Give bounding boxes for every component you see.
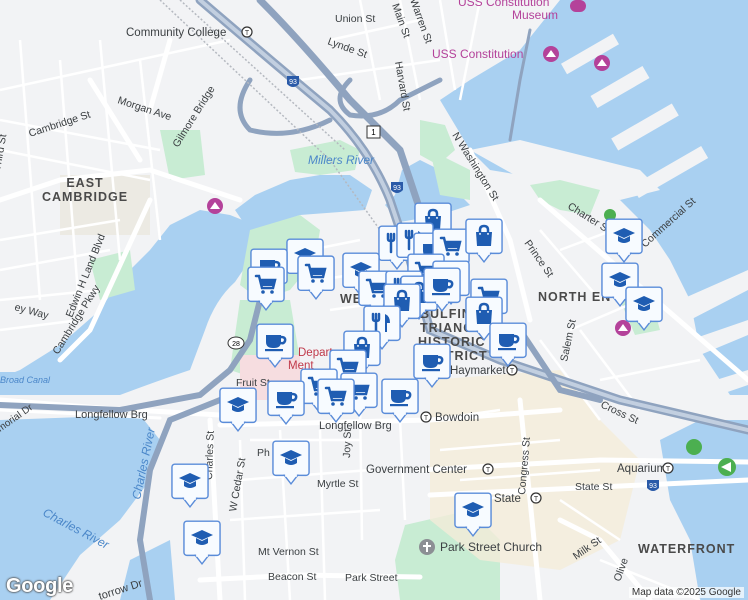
neighborhood-east-cambridge-line2: CAMBRIDGE (42, 190, 128, 204)
svg-text:93: 93 (289, 79, 297, 86)
water-label-millers: Millers River (308, 153, 375, 167)
station-aquarium: Aquarium T (617, 462, 674, 475)
map-attribution[interactable]: Map data ©2025 Google (628, 587, 744, 598)
station-state: State T (494, 492, 542, 505)
svg-text:93: 93 (393, 185, 401, 192)
museum-icon-east (594, 55, 610, 71)
svg-text:93: 93 (649, 483, 657, 490)
neighborhood-east-cambridge-line1: EAST (66, 176, 103, 190)
svg-text:Longfellow Brg: Longfellow Brg (75, 409, 148, 421)
highway-shield-93-mid: 93 (391, 182, 403, 193)
highway-shield-28: 28 (227, 336, 245, 350)
svg-text:USS Constitution: USS Constitution (432, 47, 523, 61)
svg-text:State St: State St (575, 481, 612, 493)
svg-text:Museum: Museum (512, 8, 558, 22)
svg-text:T: T (510, 368, 515, 375)
highway-shield-93-east: 93 (647, 480, 659, 491)
svg-text:Park Street: Park Street (345, 572, 398, 584)
neighborhood-north-end: NORTH EN (538, 290, 611, 304)
svg-text:State: State (494, 493, 521, 505)
svg-text:1: 1 (371, 128, 376, 137)
svg-text:Haymarket: Haymarket (450, 365, 506, 377)
svg-text:Aquarium: Aquarium (617, 463, 666, 475)
highway-shield-1: 1 (366, 125, 381, 139)
svg-text:Myrtle St: Myrtle St (317, 478, 359, 490)
svg-text:Government Center: Government Center (366, 464, 467, 476)
svg-text:Mt Vernon St: Mt Vernon St (258, 546, 319, 558)
svg-text:Fruit St: Fruit St (236, 377, 270, 389)
museum-icon-cambridge (207, 198, 223, 214)
svg-text:Community College: Community College (126, 27, 226, 39)
svg-text:T: T (486, 467, 491, 474)
svg-text:Bowdoin: Bowdoin (435, 412, 479, 424)
svg-text:Joy St: Joy St (341, 428, 354, 458)
water-label-broad-canal: Broad Canal (0, 375, 51, 385)
svg-text:T: T (424, 415, 429, 422)
svg-text:T: T (245, 30, 250, 37)
svg-text:T: T (666, 466, 671, 473)
svg-text:Union St: Union St (335, 13, 375, 25)
highway-shield-93-top: 93 (287, 76, 299, 87)
svg-text:Park Street Church: Park Street Church (440, 540, 542, 554)
svg-text:Beacon St: Beacon St (268, 571, 317, 583)
svg-text:Ph: Ph (257, 447, 270, 459)
neighborhood-waterfront: WATERFRONT (638, 542, 735, 556)
svg-text:28: 28 (232, 341, 240, 348)
google-logo[interactable]: Google (6, 575, 73, 598)
map-canvas[interactable]: 93 1 93 28 93 EAST CAMBRIDGE NORTH EN WA… (0, 0, 748, 600)
svg-text:T: T (534, 496, 539, 503)
svg-text:Longfellow Brg: Longfellow Brg (319, 420, 392, 432)
museum-icon-north-end (615, 320, 631, 336)
